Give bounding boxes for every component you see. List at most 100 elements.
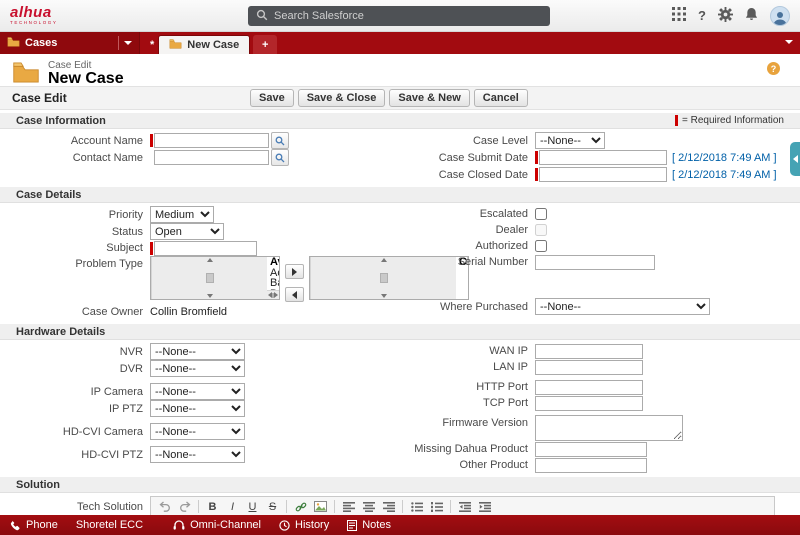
firmware-version-textarea[interactable] — [535, 415, 683, 441]
case-submit-date-input[interactable] — [539, 150, 667, 165]
tcp-port-input[interactable] — [535, 396, 643, 411]
save-and-new-button[interactable]: Save & New — [389, 89, 469, 107]
align-right-icon[interactable] — [379, 498, 398, 515]
utility-omni-channel[interactable]: Omni-Channel — [173, 519, 261, 531]
ip-ptz-label: IP PTZ — [0, 403, 150, 415]
solution-form: Tech Solution B I U S — [0, 493, 800, 515]
sidebar-expand-handle[interactable] — [790, 142, 800, 176]
scroll-thumb[interactable] — [380, 273, 388, 283]
dvr-select[interactable]: --None-- — [150, 360, 245, 377]
cancel-button[interactable]: Cancel — [474, 89, 528, 107]
notification-bell-icon[interactable] — [745, 7, 758, 24]
lan-ip-label: LAN IP — [400, 361, 535, 373]
setup-gear-icon[interactable] — [718, 7, 733, 25]
subject-input[interactable] — [154, 241, 257, 256]
hdcvi-ptz-select[interactable]: --None-- — [150, 446, 245, 463]
insert-link-icon[interactable] — [291, 498, 310, 515]
hardware-details-form: NVR --None-- DVR --None-- IP Camera --No… — [0, 340, 800, 474]
undo-icon[interactable] — [155, 498, 174, 515]
avatar[interactable] — [770, 6, 790, 26]
case-owner-value: Collin Bromfield — [150, 306, 227, 318]
escalated-checkbox[interactable] — [535, 208, 547, 220]
account-name-input[interactable] — [154, 133, 269, 148]
status-select[interactable]: Open — [150, 223, 224, 240]
utility-notes[interactable]: Notes — [347, 519, 391, 531]
insert-image-icon[interactable] — [311, 498, 330, 515]
italic-button[interactable]: I — [223, 498, 242, 515]
outdent-icon[interactable] — [455, 498, 474, 515]
logo-subtext: TECHNOLOGY — [10, 21, 58, 26]
utility-shoretel-ecc[interactable]: Shoretel ECC — [76, 519, 143, 531]
header-icons: ? — [672, 6, 790, 26]
new-tab-button[interactable]: + — [253, 35, 277, 54]
numbered-list-icon[interactable] — [427, 498, 446, 515]
serial-number-input[interactable] — [535, 255, 655, 270]
case-closed-date-now-link[interactable]: [ 2/12/2018 7:49 AM ] — [672, 169, 777, 181]
case-submit-date-now-link[interactable]: [ 2/12/2018 7:49 AM ] — [672, 152, 777, 164]
align-center-icon[interactable] — [359, 498, 378, 515]
escalated-label: Escalated — [400, 208, 535, 220]
section-title: Case Information — [16, 115, 106, 127]
dealer-checkbox — [535, 224, 547, 236]
move-to-available-button[interactable] — [285, 287, 304, 302]
utility-phone[interactable]: Phone — [10, 519, 58, 531]
other-product-label: Other Product — [400, 459, 535, 471]
nvr-label: NVR — [0, 346, 150, 358]
help-icon[interactable]: ? — [698, 8, 706, 23]
bulleted-list-icon[interactable] — [407, 498, 426, 515]
global-header: alhua TECHNOLOGY ? — [0, 0, 800, 32]
global-search[interactable] — [248, 6, 550, 26]
nvr-select[interactable]: --None-- — [150, 343, 245, 360]
utility-history[interactable]: History — [279, 519, 329, 531]
scroll-up-icon[interactable] — [207, 258, 213, 262]
tab-overflow-chevron-icon[interactable] — [785, 40, 793, 44]
available-vertical-scrollbar[interactable] — [151, 257, 267, 299]
http-port-label: HTTP Port — [400, 381, 535, 393]
save-and-close-button[interactable]: Save & Close — [298, 89, 386, 107]
align-left-icon[interactable] — [339, 498, 358, 515]
priority-select[interactable]: Medium — [150, 206, 214, 223]
scroll-thumb[interactable] — [206, 273, 214, 283]
console-tab-bar: Cases * New Case + — [0, 32, 800, 54]
sidebar-expand-icon — [793, 155, 798, 163]
http-port-input[interactable] — [535, 380, 643, 395]
section-case-information: Case Information = Required Information — [0, 113, 800, 129]
list-item[interactable]: Backup — [270, 278, 276, 289]
wan-ip-input[interactable] — [535, 344, 643, 359]
contact-lookup-icon[interactable] — [271, 149, 289, 166]
redo-icon[interactable] — [175, 498, 194, 515]
move-to-chosen-button[interactable] — [285, 264, 304, 279]
strikethrough-button[interactable]: S — [263, 498, 282, 515]
case-submit-date-label: Case Submit Date — [400, 152, 535, 164]
app-launcher-icon[interactable] — [672, 7, 686, 24]
case-closed-date-input[interactable] — [539, 167, 667, 182]
scroll-down-icon[interactable] — [381, 294, 387, 298]
available-horizontal-scrollbar[interactable] — [267, 290, 279, 299]
hdcvi-camera-select[interactable]: --None-- — [150, 423, 245, 440]
cases-nav-tab[interactable]: Cases — [0, 32, 140, 54]
where-purchased-select[interactable]: --None-- — [535, 298, 710, 315]
scroll-down-icon[interactable] — [207, 294, 213, 298]
underline-button[interactable]: U — [243, 498, 262, 515]
bold-button[interactable]: B — [203, 498, 222, 515]
page-help-icon[interactable]: ? — [767, 62, 780, 75]
picklist-move-buttons — [285, 264, 304, 302]
contact-name-input[interactable] — [154, 150, 269, 165]
indent-icon[interactable] — [475, 498, 494, 515]
lan-ip-input[interactable] — [535, 360, 643, 375]
authorized-checkbox[interactable] — [535, 240, 547, 252]
case-level-select[interactable]: --None-- — [535, 132, 605, 149]
search-input[interactable] — [274, 10, 542, 22]
tab-new-case[interactable]: New Case — [158, 35, 250, 54]
scroll-right-icon[interactable] — [274, 292, 278, 298]
ip-camera-select[interactable]: --None-- — [150, 383, 245, 400]
required-bar-icon — [150, 242, 153, 255]
missing-dahua-product-input[interactable] — [535, 442, 647, 457]
save-button[interactable]: Save — [250, 89, 294, 107]
available-listbox[interactable]: Available Accessory Issue Backup Boot up… — [150, 256, 280, 300]
ip-ptz-select[interactable]: --None-- — [150, 400, 245, 417]
scroll-up-icon[interactable] — [381, 258, 387, 262]
account-lookup-icon[interactable] — [271, 132, 289, 149]
other-product-input[interactable] — [535, 458, 647, 473]
chevron-down-icon[interactable] — [124, 41, 132, 45]
